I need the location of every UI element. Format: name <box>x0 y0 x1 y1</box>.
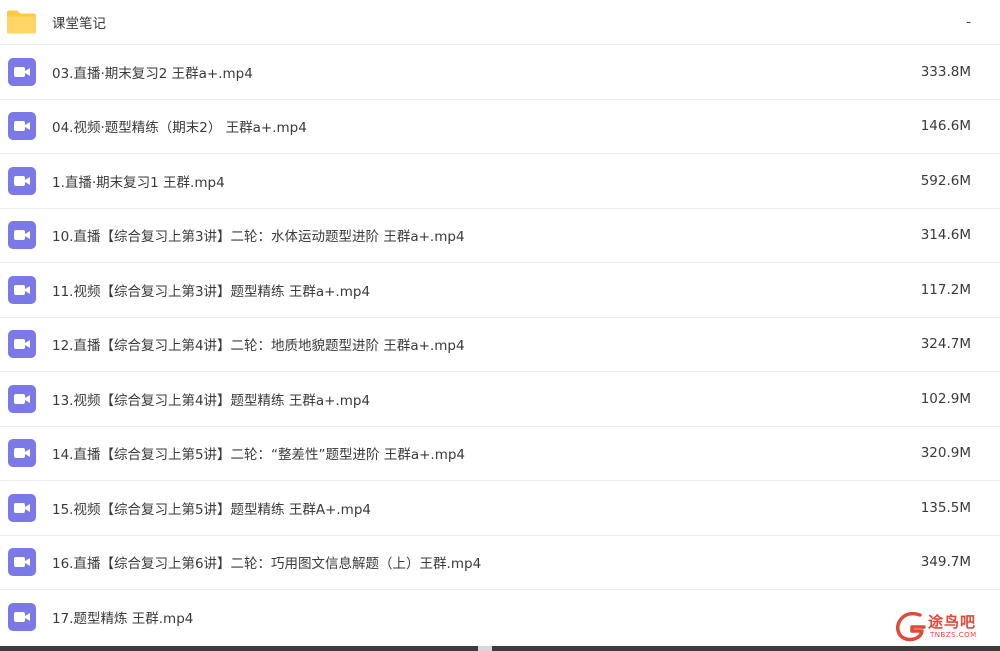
video-file-icon <box>8 112 36 141</box>
file-size: 146.6M <box>920 118 971 135</box>
file-row[interactable]: 10.直播【综合复习上第3讲】二轮：水体运动题型进阶 王群a+.mp4 314.… <box>0 209 1000 263</box>
video-file-icon <box>8 57 36 86</box>
video-file-icon <box>8 330 36 359</box>
file-row[interactable]: 04.视频·题型精练（期末2） 王群a+.mp4 146.6M <box>0 100 1000 154</box>
video-file-icon <box>8 548 36 577</box>
video-file-icon <box>8 275 36 304</box>
file-row[interactable]: 16.直播【综合复习上第6讲】二轮：巧用图文信息解题（上）王群.mp4 349.… <box>0 536 1000 590</box>
file-row[interactable]: 1.直播·期末复习1 王群.mp4 592.6M <box>0 154 1000 209</box>
file-name[interactable]: 12.直播【综合复习上第4讲】二轮：地质地貌题型进阶 王群a+.mp4 <box>52 334 465 354</box>
file-name[interactable]: 17.题型精炼 王群.mp4 <box>52 607 193 627</box>
video-file-icon <box>8 439 36 468</box>
file-row[interactable]: 11.视频【综合复习上第3讲】题型精练 王群a+.mp4 117.2M <box>0 263 1000 318</box>
file-name[interactable]: 11.视频【综合复习上第3讲】题型精练 王群a+.mp4 <box>52 280 370 300</box>
file-size: 135.5M <box>920 499 971 516</box>
file-size: 102.9M <box>920 390 971 407</box>
watermark-text: 途鸟吧 <box>928 613 977 631</box>
watermark-logo-icon <box>896 611 926 642</box>
file-row[interactable]: 13.视频【综合复习上第4讲】题型精练 王群a+.mp4 102.9M <box>0 372 1000 427</box>
file-row[interactable]: 17.题型精炼 王群.mp4 <box>0 590 1000 645</box>
file-size: 333.8M <box>920 63 971 80</box>
file-size: 320.9M <box>920 445 971 462</box>
folder-icon <box>7 10 36 34</box>
file-name[interactable]: 15.视频【综合复习上第5讲】题型精练 王群A+.mp4 <box>52 498 371 518</box>
file-size: 592.6M <box>920 172 971 189</box>
file-name[interactable]: 1.直播·期末复习1 王群.mp4 <box>52 171 225 191</box>
file-list: 课堂笔记 - 03.直播·期末复习2 王群a+.mp4 333.8M 04.视频… <box>0 0 1000 645</box>
file-name[interactable]: 16.直播【综合复习上第6讲】二轮：巧用图文信息解题（上）王群.mp4 <box>52 552 481 572</box>
watermark-subtext: TNBZS.COM <box>930 631 977 639</box>
file-name[interactable]: 13.视频【综合复习上第4讲】题型精练 王群a+.mp4 <box>52 389 370 409</box>
file-name[interactable]: 10.直播【综合复习上第3讲】二轮：水体运动题型进阶 王群a+.mp4 <box>52 225 465 245</box>
file-row[interactable]: 课堂笔记 - <box>0 0 1000 45</box>
file-name[interactable]: 03.直播·期末复习2 王群a+.mp4 <box>52 62 253 82</box>
file-name[interactable]: 04.视频·题型精练（期末2） 王群a+.mp4 <box>52 116 307 136</box>
watermark: 途鸟吧 TNBZS.COM <box>894 605 992 645</box>
video-file-icon <box>8 166 36 195</box>
file-size: 324.7M <box>920 336 971 353</box>
file-row[interactable]: 15.视频【综合复习上第5讲】题型精练 王群A+.mp4 135.5M <box>0 481 1000 536</box>
bottom-bar <box>0 646 1000 651</box>
file-name[interactable]: 课堂笔记 <box>52 12 106 32</box>
bottom-bar-segment <box>478 646 492 651</box>
video-file-icon <box>8 603 36 632</box>
file-size: 117.2M <box>920 281 971 298</box>
file-size: - <box>966 14 971 30</box>
file-row[interactable]: 03.直播·期末复习2 王群a+.mp4 333.8M <box>0 45 1000 100</box>
file-row[interactable]: 12.直播【综合复习上第4讲】二轮：地质地貌题型进阶 王群a+.mp4 324.… <box>0 318 1000 372</box>
file-row[interactable]: 14.直播【综合复习上第5讲】二轮：“整差性”题型进阶 王群a+.mp4 320… <box>0 427 1000 481</box>
file-name[interactable]: 14.直播【综合复习上第5讲】二轮：“整差性”题型进阶 王群a+.mp4 <box>52 443 465 463</box>
video-file-icon <box>8 221 36 250</box>
file-size: 349.7M <box>920 554 971 571</box>
video-file-icon <box>8 384 36 413</box>
video-file-icon <box>8 493 36 522</box>
file-size: 314.6M <box>920 227 971 244</box>
